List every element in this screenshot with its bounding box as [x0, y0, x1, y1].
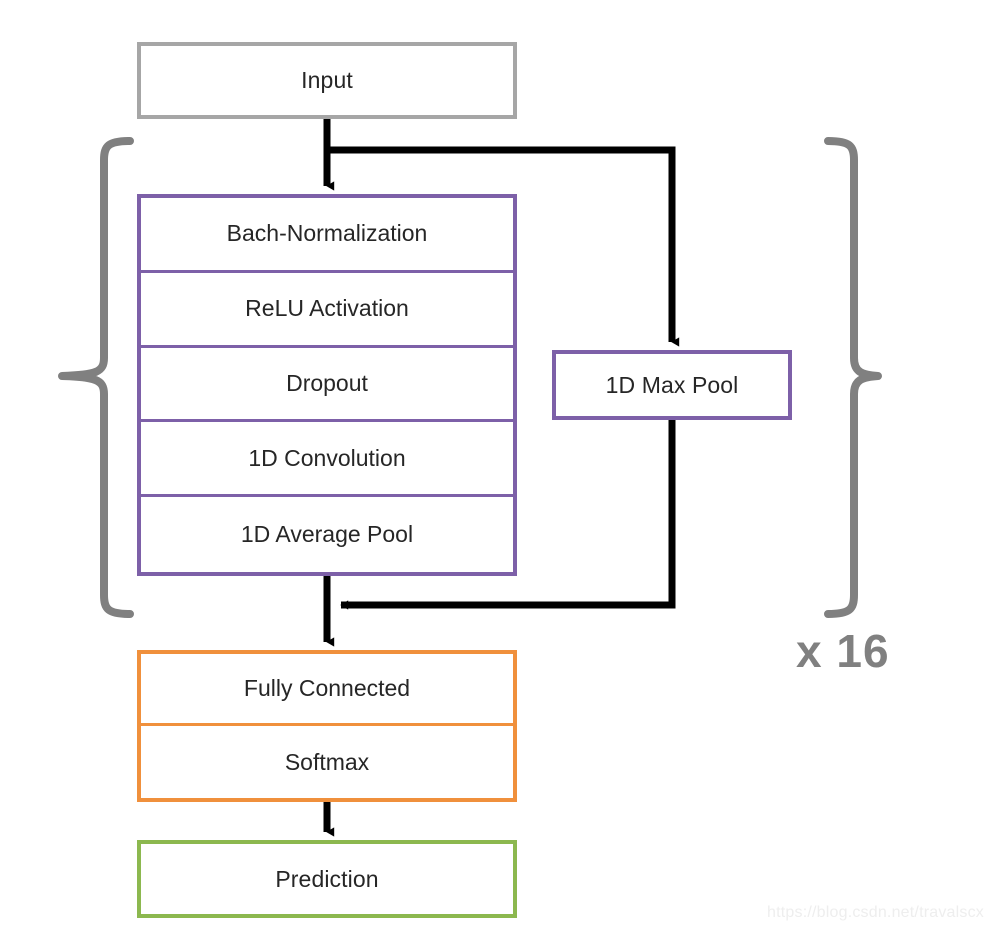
- node-input[interactable]: Input: [137, 42, 517, 119]
- node-1d-max-pool-label: 1D Max Pool: [605, 371, 739, 398]
- node-relu-activation-label: ReLU Activation: [245, 295, 409, 322]
- repeat-bracket-left: [58, 137, 134, 618]
- node-1d-convolution-label: 1D Convolution: [248, 444, 406, 471]
- node-dropout-label: Dropout: [286, 369, 368, 396]
- node-prediction[interactable]: Prediction: [137, 840, 517, 918]
- repeat-count-label: x 16: [796, 625, 890, 677]
- node-batch-normalization[interactable]: Bach-Normalization: [141, 198, 513, 273]
- node-1d-max-pool[interactable]: 1D Max Pool: [552, 350, 792, 420]
- node-softmax[interactable]: Softmax: [141, 726, 513, 798]
- watermark: https://blog.csdn.net/travalscx: [767, 904, 984, 921]
- node-1d-convolution[interactable]: 1D Convolution: [141, 422, 513, 498]
- node-relu-activation[interactable]: ReLU Activation: [141, 272, 513, 348]
- node-prediction-label: Prediction: [275, 865, 379, 892]
- node-input-label: Input: [301, 67, 353, 93]
- repeat-bracket-right: [824, 137, 882, 618]
- node-fully-connected[interactable]: Fully Connected: [141, 654, 513, 726]
- node-softmax-label: Softmax: [284, 748, 370, 775]
- node-1d-average-pool[interactable]: 1D Average Pool: [141, 497, 513, 572]
- node-batch-normalization-label: Bach-Normalization: [226, 220, 428, 247]
- node-fully-connected-label: Fully Connected: [243, 675, 411, 701]
- block-purple-stack: Bach-Normalization ReLU Activation Dropo…: [137, 194, 517, 576]
- node-dropout[interactable]: Dropout: [141, 347, 513, 423]
- node-1d-average-pool-label: 1D Average Pool: [240, 521, 414, 548]
- block-orange-stack: Fully Connected Softmax: [137, 650, 517, 802]
- diagram-canvas: Input Bach-Normalization ReLU Activation…: [0, 0, 992, 932]
